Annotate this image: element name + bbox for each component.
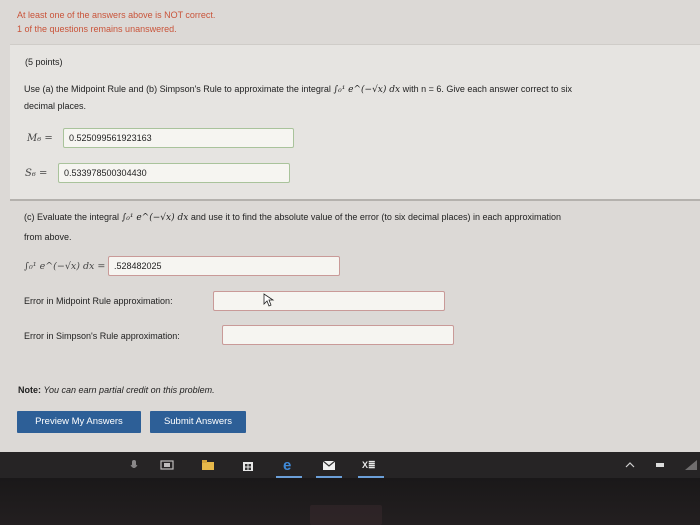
webwork-page: At least one of the answers above is NOT… [0, 0, 700, 452]
microphone-icon[interactable] [128, 459, 140, 471]
network-icon[interactable] [684, 459, 698, 471]
task-view-icon[interactable] [160, 459, 174, 471]
mouse-cursor-icon [263, 293, 275, 307]
problem-statement-line1: Use (a) the Midpoint Rule and (b) Simpso… [24, 84, 572, 95]
battery-icon[interactable] [655, 459, 665, 471]
m6-label: M₆ = [27, 133, 53, 144]
s6-input[interactable]: 0.533978500304430 [58, 163, 290, 183]
statement-text: Use (a) the Midpoint Rule and (b) Simpso… [24, 84, 331, 94]
statement-n: with n = 6. Give each answer correct to … [402, 84, 572, 94]
problem-points: (5 points) [25, 57, 63, 67]
part-c-text-start: (c) Evaluate the integral [24, 212, 120, 222]
integral-value-label: ∫₀¹ e^(−√x) dx = [24, 261, 106, 272]
preview-answers-button[interactable]: Preview My Answers [17, 411, 141, 433]
status-incorrect: At least one of the answers above is NOT… [17, 10, 216, 20]
midpoint-error-label: Error in Midpoint Rule approximation: [24, 296, 173, 306]
note: Note: You can earn partial credit on thi… [18, 385, 215, 395]
midpoint-error-input[interactable] [213, 291, 445, 311]
part-c-statement-line1: (c) Evaluate the integral ∫₀¹ e^(−√x) dx… [24, 212, 561, 223]
m6-input[interactable]: 0.525099561923163 [63, 128, 294, 148]
submit-answers-button[interactable]: Submit Answers [150, 411, 246, 433]
bezel-logo [310, 505, 382, 525]
statement-integral: ∫₀¹ e^(−√x) dx [333, 85, 401, 95]
integral-value-input[interactable]: .528482025 [108, 256, 340, 276]
edge-browser-icon[interactable]: e [282, 457, 296, 472]
simpson-error-input[interactable] [222, 325, 454, 345]
show-hidden-icons-chevron-icon[interactable] [625, 459, 635, 471]
status-unanswered: 1 of the questions remains unanswered. [17, 24, 177, 34]
file-explorer-icon[interactable] [201, 459, 215, 471]
windows-taskbar: e X≣ [0, 452, 700, 478]
part-c-integral: ∫₀¹ e^(−√x) dx [121, 213, 189, 223]
svg-text:e: e [283, 457, 291, 472]
note-text: You can earn partial credit on this prob… [43, 385, 215, 395]
excel-icon[interactable]: X≣ [362, 459, 378, 471]
s6-label: S₆ = [25, 168, 48, 179]
store-icon[interactable] [242, 459, 254, 471]
part-c-text-end: and use it to find the absolute value of… [190, 212, 562, 222]
simpson-error-label: Error in Simpson's Rule approximation: [24, 331, 180, 341]
problem-statement-line2: decimal places. [24, 101, 87, 111]
part-c-statement-line2: from above. [24, 232, 72, 242]
note-label: Note: [18, 385, 41, 395]
mail-icon[interactable] [322, 459, 336, 471]
